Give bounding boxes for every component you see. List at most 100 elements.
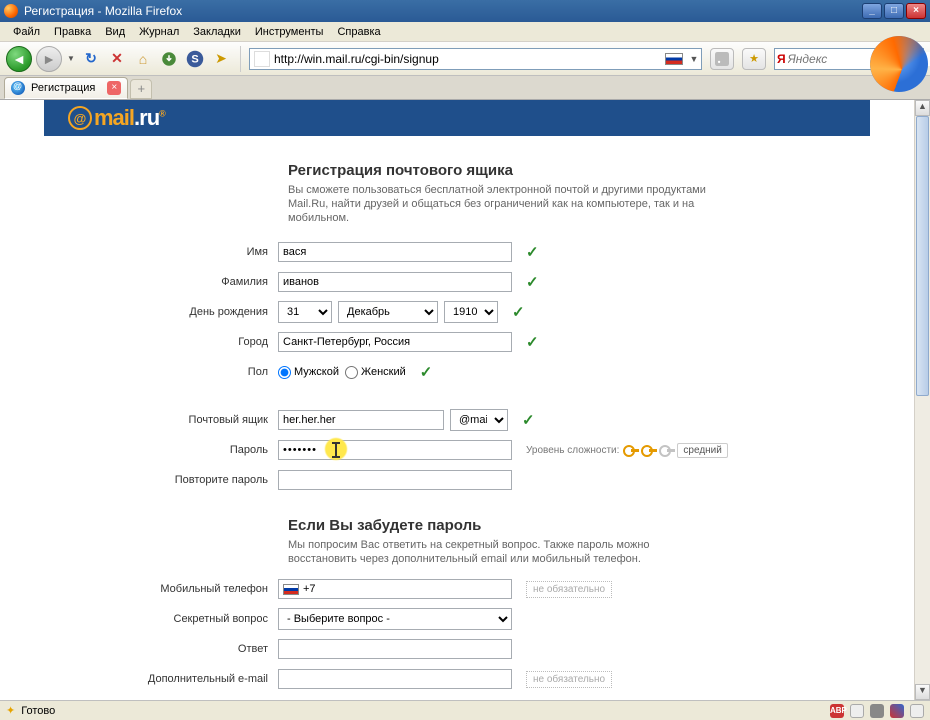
site-favicon — [254, 51, 270, 67]
history-dropdown[interactable]: ▼ — [66, 54, 76, 63]
brand-reg-mark: ® — [159, 109, 165, 119]
brand-text-1: mail — [94, 105, 134, 130]
menu-help[interactable]: Справка — [330, 24, 387, 40]
tab-title: Регистрация — [31, 82, 95, 94]
lastname-input[interactable] — [278, 272, 512, 292]
city-input[interactable] — [278, 332, 512, 352]
scroll-thumb[interactable] — [916, 116, 929, 396]
toolbar-separator — [240, 46, 241, 72]
row-mobile: Мобильный телефон не обязательно — [44, 576, 870, 602]
gender-female-option[interactable]: Женский — [345, 366, 406, 379]
mailru-logo[interactable]: @ mail.ru® — [68, 105, 165, 131]
status-throbber-icon: ✦ — [6, 704, 15, 717]
forward-button: ► — [36, 46, 62, 72]
password-input[interactable] — [278, 440, 512, 460]
row-password: Пароль Уровень сложности: средний — [44, 437, 870, 463]
label-password2: Повторите пароль — [44, 474, 278, 486]
key-icon — [659, 444, 673, 456]
section-hint-forgot: Мы попросим Вас ответить на секретный во… — [288, 538, 708, 566]
window-minimize-button[interactable]: _ — [862, 3, 882, 19]
domain-select[interactable]: @mail.ru — [450, 409, 508, 431]
mobile-input[interactable] — [303, 583, 507, 595]
check-icon: ✓ — [526, 273, 539, 291]
menu-history[interactable]: Журнал — [132, 24, 186, 40]
alt-email-input[interactable] — [278, 669, 512, 689]
vertical-scrollbar[interactable]: ▲ ▼ — [914, 100, 930, 700]
window-title: Регистрация - Mozilla Firefox — [24, 4, 182, 18]
url-dropdown[interactable]: ▼ — [687, 54, 701, 64]
password2-input[interactable] — [278, 470, 512, 490]
window-close-button[interactable]: × — [906, 3, 926, 19]
url-bar[interactable]: ▼ — [249, 48, 702, 70]
label-city: Город — [44, 336, 278, 348]
row-alt-email: Дополнительный e-mail не обязательно — [44, 666, 870, 692]
scroll-up-button[interactable]: ▲ — [915, 100, 930, 116]
row-city: Город ✓ — [44, 329, 870, 355]
menu-view[interactable]: Вид — [98, 24, 132, 40]
section-title-forgot: Если Вы забудете пароль — [288, 517, 870, 534]
tab-favicon — [11, 81, 25, 95]
scroll-down-button[interactable]: ▼ — [915, 684, 930, 700]
url-input[interactable] — [274, 49, 661, 69]
yandex-icon: Я — [777, 50, 786, 68]
bookmark-star-button[interactable]: ★ — [742, 48, 766, 70]
check-icon: ✓ — [512, 303, 525, 321]
strength-label: Уровень сложности: — [526, 445, 619, 456]
mobile-input-wrap[interactable] — [278, 579, 512, 599]
downloads-button[interactable] — [158, 48, 180, 70]
answer-input[interactable] — [278, 639, 512, 659]
gender-female-radio[interactable] — [345, 366, 358, 379]
new-tab-button[interactable]: + — [130, 79, 152, 99]
adblock-icon[interactable]: ABP — [830, 704, 844, 718]
pointer-icon: ➤ — [210, 48, 232, 70]
row-dob: День рождения 31 Декабрь 1910 ✓ — [44, 299, 870, 325]
reload-button[interactable]: ↻ — [80, 48, 102, 70]
check-icon: ✓ — [526, 333, 539, 351]
row-gender: Пол Мужской Женский ✓ — [44, 359, 870, 385]
label-mobile: Мобильный телефон — [44, 583, 278, 595]
text-cursor-icon — [335, 443, 337, 457]
tab-close-button[interactable]: × — [107, 81, 121, 95]
menu-bookmarks[interactable]: Закладки — [186, 24, 248, 40]
settings-icon[interactable] — [870, 704, 884, 718]
firstname-input[interactable] — [278, 242, 512, 262]
menu-tools[interactable]: Инструменты — [248, 24, 331, 40]
tab-bar: Регистрация × + — [0, 76, 930, 100]
navigation-toolbar: ◄ ► ▼ ↻ ✕ ⌂ S ➤ ▼ ★ Я 🔍 — [0, 42, 930, 76]
row-password2: Повторите пароль — [44, 467, 870, 493]
firefox-throbber-icon — [870, 36, 928, 92]
menu-edit[interactable]: Правка — [47, 24, 98, 40]
feed-button[interactable] — [710, 48, 734, 70]
secret-question-select[interactable]: - Выберите вопрос - — [278, 608, 512, 630]
tab-registration[interactable]: Регистрация × — [4, 77, 128, 99]
addon-button[interactable]: S — [184, 48, 206, 70]
row-answer: Ответ — [44, 636, 870, 662]
status-icon-1[interactable] — [850, 704, 864, 718]
home-button[interactable]: ⌂ — [132, 48, 154, 70]
password-strength: Уровень сложности: средний — [526, 443, 728, 458]
label-answer: Ответ — [44, 643, 278, 655]
gender-male-option[interactable]: Мужской — [278, 366, 339, 379]
status-icon-3[interactable] — [910, 704, 924, 718]
back-button[interactable]: ◄ — [6, 46, 32, 72]
check-icon: ✓ — [526, 243, 539, 261]
gender-male-radio[interactable] — [278, 366, 291, 379]
optional-badge: не обязательно — [526, 581, 612, 598]
status-icon-2[interactable] — [890, 704, 904, 718]
check-icon: ✓ — [522, 411, 535, 429]
dob-day-select[interactable]: 31 — [278, 301, 332, 323]
label-lastname: Фамилия — [44, 276, 278, 288]
strength-value: средний — [677, 443, 727, 458]
status-bar: ✦ Готово ABP — [0, 700, 930, 720]
dob-year-select[interactable]: 1910 — [444, 301, 498, 323]
row-lastname: Фамилия ✓ — [44, 269, 870, 295]
menu-file[interactable]: Файл — [6, 24, 47, 40]
row-mailbox: Почтовый ящик @mail.ru ✓ — [44, 407, 870, 433]
at-icon: @ — [68, 106, 92, 130]
window-titlebar: Регистрация - Mozilla Firefox _ □ × — [0, 0, 930, 22]
key-icon — [641, 444, 655, 456]
login-input[interactable] — [278, 410, 444, 430]
window-maximize-button[interactable]: □ — [884, 3, 904, 19]
dob-month-select[interactable]: Декабрь — [338, 301, 438, 323]
stop-button[interactable]: ✕ — [106, 48, 128, 70]
